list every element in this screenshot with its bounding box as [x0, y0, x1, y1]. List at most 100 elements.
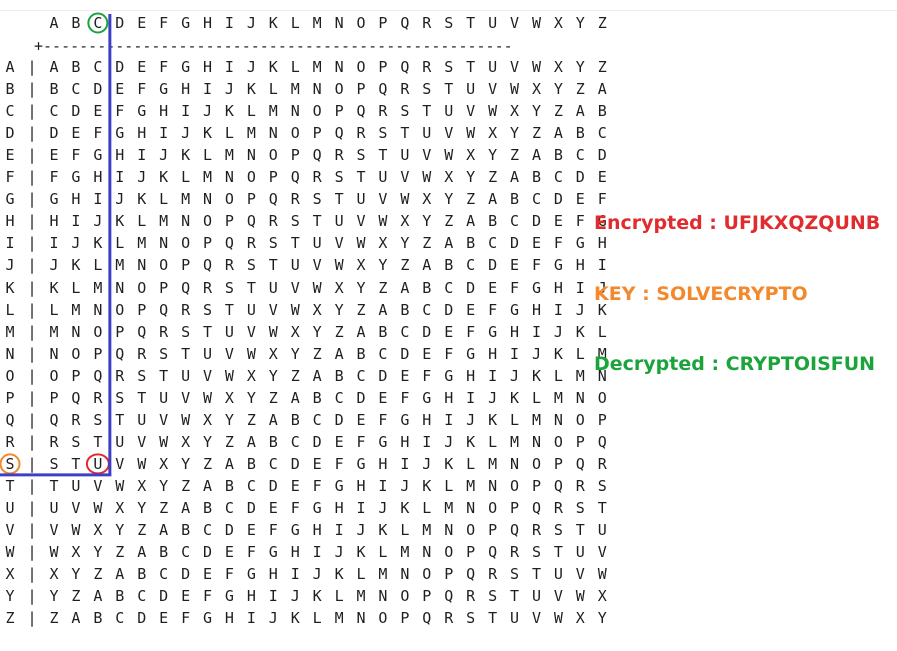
- table-cell: B: [422, 278, 432, 297]
- table-cell: G: [422, 388, 432, 407]
- table-cell: I: [444, 410, 454, 429]
- table-cell: T: [290, 234, 300, 253]
- table-cell: I: [49, 234, 59, 253]
- table-cell: Y: [202, 432, 213, 451]
- table-cell: O: [400, 587, 410, 606]
- table-cell: L: [466, 454, 476, 473]
- table-cell: C: [334, 388, 344, 407]
- table-cell: J: [115, 190, 125, 209]
- table-cell: L: [159, 190, 169, 209]
- table-cell: F: [312, 476, 322, 495]
- table-cell: P: [378, 58, 388, 76]
- table-cell: U: [356, 190, 366, 209]
- table-cell: M: [444, 499, 454, 517]
- table-cell: H: [224, 609, 234, 628]
- table-cell: V: [378, 190, 388, 209]
- table-cell: X: [71, 543, 81, 562]
- table-cell: E: [422, 344, 432, 363]
- table-cell: H: [202, 58, 213, 76]
- table-cell: J: [400, 476, 410, 495]
- table-cell: K: [290, 609, 300, 628]
- table-cell: P: [531, 476, 541, 495]
- table-cell: V: [334, 234, 344, 253]
- table-cell: V: [224, 344, 234, 363]
- table-cell: A: [597, 80, 607, 99]
- table-cell: I: [71, 212, 81, 231]
- table-cell: A: [312, 366, 322, 385]
- table-cell: U: [71, 476, 81, 495]
- table-cell: V: [575, 565, 585, 584]
- table-cell: N: [224, 168, 234, 187]
- table-cell: G: [553, 256, 563, 275]
- row-separator: |: [27, 432, 37, 451]
- table-cell: P: [422, 587, 432, 606]
- table-cell: P: [400, 609, 410, 628]
- table-cell: O: [268, 146, 278, 165]
- table-cell: B: [49, 80, 59, 99]
- table-cell: G: [531, 278, 541, 297]
- table-cell: L: [400, 521, 410, 540]
- table-cell: S: [268, 234, 278, 253]
- row-separator: |: [27, 587, 37, 606]
- row-separator: |: [27, 499, 37, 517]
- table-cell: J: [137, 168, 147, 187]
- table-cell: Z: [531, 124, 541, 143]
- table-cell: V: [597, 543, 607, 562]
- table-cell: F: [531, 256, 541, 275]
- table-cell: S: [312, 190, 322, 209]
- table-cell: R: [400, 80, 410, 99]
- row-label: C: [5, 102, 15, 121]
- header-letter: A: [49, 14, 59, 32]
- table-cell: I: [334, 521, 344, 540]
- table-cell: G: [488, 322, 498, 341]
- table-cell: O: [334, 80, 344, 99]
- table-cell: L: [115, 234, 125, 253]
- table-cell: K: [553, 344, 563, 363]
- table-cell: H: [510, 322, 520, 341]
- table-cell: N: [531, 432, 541, 451]
- table-cell: V: [246, 322, 256, 341]
- table-cell: Y: [444, 190, 454, 209]
- table-cell: H: [466, 366, 476, 385]
- row-separator: |: [27, 410, 37, 429]
- table-cell: E: [246, 521, 256, 540]
- table-cell: E: [466, 300, 476, 319]
- table-cell: I: [597, 256, 607, 275]
- table-cell: Z: [268, 388, 278, 407]
- table-cell: R: [444, 609, 454, 628]
- table-cell: H: [531, 300, 541, 319]
- table-cell: R: [137, 344, 147, 363]
- table-cell: A: [93, 587, 103, 606]
- table-cell: K: [466, 432, 476, 451]
- table-cell: X: [575, 609, 585, 628]
- table-cell: G: [444, 366, 454, 385]
- table-cell: X: [378, 234, 388, 253]
- table-cell: L: [510, 410, 520, 429]
- table-cell: O: [159, 256, 169, 275]
- table-cell: B: [181, 521, 191, 540]
- table-cell: N: [378, 587, 388, 606]
- table-cell: W: [49, 543, 59, 562]
- table-cell: V: [93, 476, 103, 495]
- table-cell: X: [202, 410, 213, 429]
- table-cell: P: [246, 190, 256, 209]
- table-cell: E: [290, 476, 300, 495]
- table-cell: F: [488, 300, 498, 319]
- table-cell: A: [378, 300, 388, 319]
- table-cell: P: [224, 212, 234, 231]
- row-label: L: [5, 300, 15, 319]
- table-cell: P: [159, 278, 169, 297]
- table-cell: E: [202, 565, 213, 584]
- table-cell: Z: [356, 300, 366, 319]
- table-cell: O: [93, 322, 103, 341]
- table-cell: Z: [575, 80, 585, 99]
- table-cell: I: [356, 499, 366, 517]
- table-cell: L: [531, 388, 541, 407]
- row-label: V: [5, 521, 15, 540]
- row-separator: |: [27, 102, 37, 121]
- table-cell: A: [115, 565, 125, 584]
- table-cell: M: [115, 256, 125, 275]
- table-cell: I: [202, 80, 213, 99]
- table-cell: X: [334, 278, 344, 297]
- table-cell: T: [575, 521, 585, 540]
